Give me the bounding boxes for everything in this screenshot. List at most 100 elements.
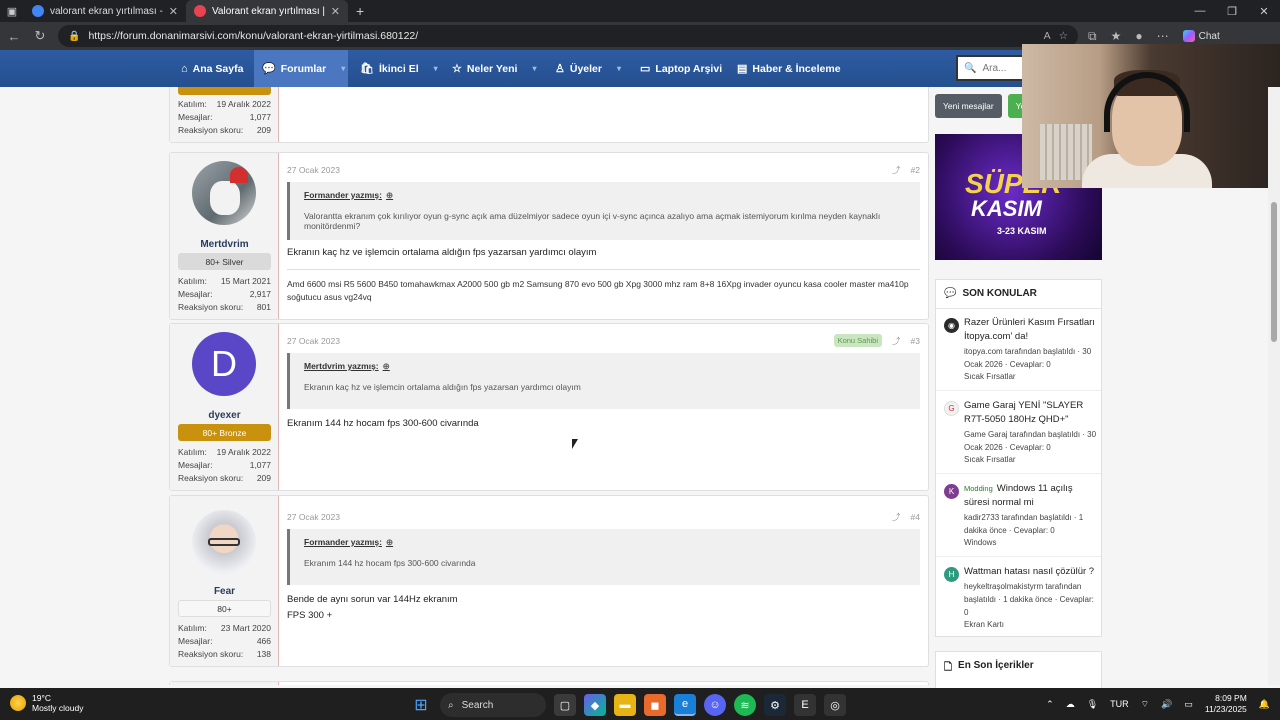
- minimize-icon[interactable]: —: [1184, 5, 1216, 18]
- topic-forum[interactable]: Windows: [964, 538, 996, 547]
- new-tab-icon[interactable]: +: [348, 3, 372, 19]
- wifi-icon[interactable]: ⌔: [1141, 699, 1149, 710]
- avatar[interactable]: [192, 510, 256, 574]
- mouse-cursor-icon: [572, 439, 578, 449]
- topic-forum[interactable]: Ekran Kartı: [964, 620, 1004, 629]
- system-tray: ⌃ ☁ 🎙 TUR ⌔ 🔊 ▭ 8:09 PM 11/23/2025 🔔: [1046, 693, 1270, 715]
- scrollbar-thumb[interactable]: [1271, 202, 1277, 342]
- discord-icon[interactable]: ☺: [704, 694, 726, 716]
- quote-block: Mertdvrim yazmış: ⊕ Ekranın kaç hz ve işl…: [287, 353, 920, 409]
- quote-author[interactable]: Formander yazmış: ⊕: [304, 537, 906, 548]
- spotify-icon[interactable]: ≋: [734, 694, 756, 716]
- url-field[interactable]: 🔒 https://forum.donanimarsivi.com/konu/v…: [58, 25, 1078, 47]
- language-indicator[interactable]: TUR: [1110, 699, 1129, 709]
- clock-date: 11/23/2025: [1204, 704, 1247, 714]
- store-icon[interactable]: ◼: [644, 694, 666, 716]
- topic-title[interactable]: Wattman hatası nasıl çözülür ?: [964, 565, 1099, 579]
- stat-value: 2,917: [249, 289, 271, 299]
- obs-icon[interactable]: ◎: [824, 694, 846, 716]
- post-date[interactable]: 27 Ocak 2023: [287, 512, 340, 522]
- latest-content-title: En Son İçerikler: [958, 660, 1034, 671]
- weather-widget[interactable]: 19°C Mostly cloudy: [10, 693, 84, 713]
- username[interactable]: Fear: [170, 586, 279, 597]
- nav-members[interactable]: ♙ Üyeler ▾: [555, 50, 621, 87]
- jump-to-quote-icon[interactable]: ⊕: [383, 361, 390, 371]
- post-number[interactable]: #3: [911, 336, 920, 346]
- topic-forum[interactable]: Sıcak Fırsatlar: [964, 455, 1016, 464]
- back-icon[interactable]: ←: [6, 29, 22, 44]
- user-icon: ♙: [555, 63, 565, 75]
- avatar[interactable]: D: [192, 332, 256, 396]
- post-number[interactable]: #2: [911, 165, 920, 175]
- nav-laptop-archive[interactable]: ▭ Laptop Arşivi: [640, 50, 722, 87]
- avatar[interactable]: [192, 161, 256, 225]
- nav-whats-new[interactable]: ☆ Neler Yeni ▾: [452, 50, 536, 87]
- banner-line-3: 3-23 KASIM: [997, 226, 1047, 236]
- steam-icon[interactable]: ⚙: [764, 694, 786, 716]
- favorite-star-icon[interactable]: ☆: [1059, 30, 1068, 42]
- tab-close-icon[interactable]: ✕: [169, 5, 178, 18]
- comments-icon: 💬: [944, 288, 957, 299]
- epic-games-icon[interactable]: E: [794, 694, 816, 716]
- new-messages-button[interactable]: Yeni mesajlar: [935, 94, 1002, 118]
- profile-icon[interactable]: ●: [1135, 29, 1142, 43]
- jump-to-quote-icon[interactable]: ⊕: [386, 537, 393, 547]
- favorites-icon[interactable]: ★: [1111, 29, 1122, 43]
- nav-forums[interactable]: 💬 Forumlar ▾: [254, 50, 348, 87]
- battery-icon[interactable]: ▭: [1184, 699, 1193, 710]
- share-icon[interactable]: ⤴: [892, 164, 901, 176]
- extensions-icon[interactable]: ⧉: [1088, 29, 1097, 44]
- clock[interactable]: 8:09 PM 11/23/2025: [1205, 693, 1247, 715]
- read-aloud-icon[interactable]: A: [1044, 30, 1051, 42]
- task-view-icon[interactable]: ▢: [554, 694, 576, 716]
- share-icon[interactable]: ⤴: [892, 511, 901, 523]
- quote-author[interactable]: Mertdvrim yazmış: ⊕: [304, 361, 906, 372]
- windows-taskbar: 19°C Mostly cloudy ⊞ ⌕ Search ▢ ◆ ▬ ◼ e ☺ …: [0, 688, 1280, 720]
- tab-forum[interactable]: Valorant ekran yırtılması | Donanı ✕: [186, 0, 348, 22]
- file-explorer-icon[interactable]: ▬: [614, 694, 636, 716]
- nav-news-reviews[interactable]: ▤ Haber & İnceleme: [737, 50, 841, 87]
- user-rank-badge: [178, 87, 271, 95]
- onedrive-icon[interactable]: ☁: [1066, 699, 1075, 710]
- restore-icon[interactable]: ❐: [1216, 5, 1248, 18]
- refresh-icon[interactable]: ↻: [32, 28, 48, 44]
- chevron-down-icon[interactable]: ▾: [434, 64, 438, 73]
- notifications-icon[interactable]: 🔔: [1259, 699, 1270, 710]
- post-number[interactable]: #4: [911, 512, 920, 522]
- nav-second-hand[interactable]: 🛍 İkinci El ▾: [360, 50, 438, 87]
- topic-prefix-tag: Modding: [964, 484, 993, 493]
- volume-icon[interactable]: 🔊: [1161, 699, 1172, 710]
- tab-close-icon[interactable]: ✕: [331, 5, 340, 18]
- windows-start-icon[interactable]: ⊞: [410, 694, 432, 716]
- taskbar-search[interactable]: ⌕ Search: [440, 693, 546, 717]
- chevron-down-icon[interactable]: ▾: [341, 64, 345, 73]
- page-scrollbar[interactable]: [1268, 87, 1280, 685]
- topic-title[interactable]: Game Garaj YENİ "SLAYER R7T-5050 180Hz Q…: [964, 399, 1099, 427]
- chevron-up-icon[interactable]: ⌃: [1046, 699, 1054, 710]
- post-date[interactable]: 27 Ocak 2023: [287, 336, 340, 346]
- share-icon[interactable]: ⤴: [892, 335, 901, 347]
- chevron-down-icon[interactable]: ▾: [617, 64, 621, 73]
- topic-title[interactable]: Razer Ürünleri Kasım Fırsatları İtopya.c…: [964, 316, 1099, 344]
- quote-author[interactable]: Formander yazmış: ⊕: [304, 190, 906, 201]
- stat-value: 466: [256, 636, 271, 646]
- topic-title[interactable]: Modding Windows 11 açılış süresi normal m…: [964, 482, 1099, 510]
- edge-browser-icon[interactable]: e: [674, 694, 696, 716]
- post-body-line: Bende de aynı sorun var 144Hz ekranım: [287, 594, 458, 605]
- user-stat-joined: Katılım: 15 Mart 2021: [178, 276, 271, 286]
- window-menu-icon[interactable]: ▣: [0, 0, 24, 22]
- post-date[interactable]: 27 Ocak 2023: [287, 165, 340, 175]
- tab-google[interactable]: valorant ekran yırtılması - Google ✕: [24, 0, 186, 22]
- jump-to-quote-icon[interactable]: ⊕: [386, 190, 393, 200]
- search-input[interactable]: 🔍 Ara...: [956, 55, 1026, 81]
- more-menu-icon[interactable]: ⋯: [1157, 29, 1169, 43]
- username[interactable]: Mertdvrim: [170, 239, 279, 250]
- username[interactable]: dyexer: [170, 410, 279, 421]
- chat-button[interactable]: Chat: [1182, 30, 1220, 42]
- chevron-down-icon[interactable]: ▾: [532, 64, 536, 73]
- close-window-icon[interactable]: ✕: [1248, 5, 1280, 18]
- copilot-app-icon[interactable]: ◆: [584, 694, 606, 716]
- microphone-icon[interactable]: 🎙: [1087, 699, 1098, 710]
- topic-forum[interactable]: Sıcak Fırsatlar: [964, 372, 1016, 381]
- nav-home[interactable]: ⌂ Ana Sayfa: [181, 50, 243, 87]
